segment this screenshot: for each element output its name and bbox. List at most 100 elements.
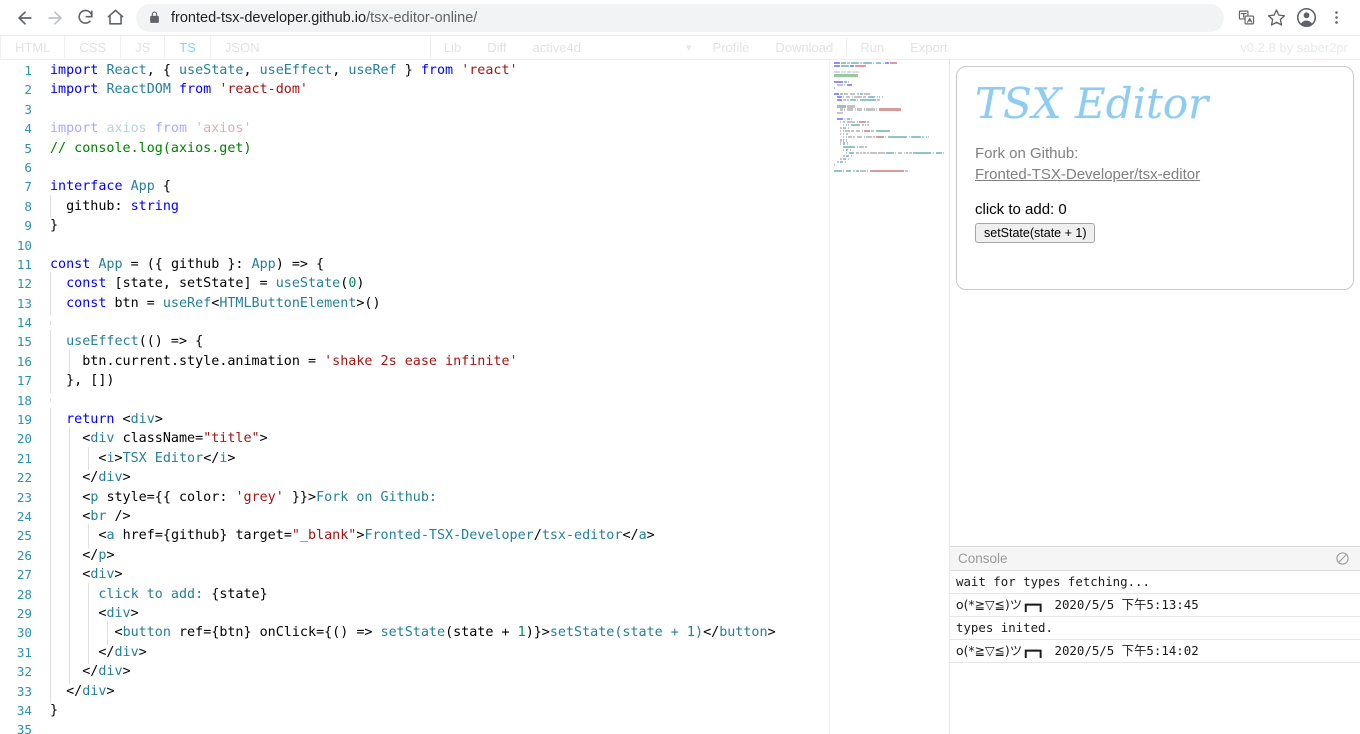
- minimap-segment: [933, 152, 935, 154]
- code-token: [171, 82, 179, 97]
- code-token: import: [50, 63, 98, 78]
- code-editor-pane[interactable]: 1import React, { useState, useEffect, us…: [0, 60, 950, 734]
- code-line[interactable]: 30 <button ref={btn} onClick={() => setS…: [0, 623, 949, 642]
- code-line[interactable]: 27 <div>: [0, 565, 949, 584]
- minimap-segment: [857, 99, 858, 101]
- minimap-segment: [851, 130, 854, 132]
- minimap-segment: [864, 108, 865, 110]
- console-output[interactable]: wait for types fetching...o(*≧▽≦)ツ┏━┓202…: [950, 571, 1360, 734]
- code-line[interactable]: 3: [0, 100, 949, 119]
- star-icon[interactable]: [1262, 4, 1290, 32]
- line-number: 21: [0, 449, 42, 468]
- app-toolbar: HTML CSS JS TS JSON Lib Diff active4d ▾ …: [0, 36, 1360, 60]
- theme-select[interactable]: active4d ▾: [520, 36, 700, 59]
- code-line[interactable]: 10: [0, 236, 949, 255]
- forward-arrow-icon[interactable]: [40, 3, 70, 33]
- download-button[interactable]: Download: [762, 36, 846, 59]
- code-line[interactable]: 1import React, { useState, useEffect, us…: [0, 61, 949, 80]
- tab-css[interactable]: CSS: [65, 36, 121, 59]
- code-line[interactable]: 25 <a href={github} target="_blank">Fron…: [0, 526, 949, 545]
- code-line[interactable]: 15 useEffect(() => {: [0, 332, 949, 351]
- tab-html[interactable]: HTML: [0, 36, 65, 59]
- code-line[interactable]: 7interface App {: [0, 177, 949, 196]
- code-token: setState: [381, 625, 446, 640]
- code-token: [115, 431, 123, 446]
- code-line[interactable]: 20 <div className="title">: [0, 429, 949, 448]
- setstate-button[interactable]: setState(state + 1): [975, 223, 1095, 243]
- code-line[interactable]: 31 </div>: [0, 643, 949, 662]
- code-line[interactable]: 34}: [0, 701, 949, 720]
- minimap-segment: [856, 152, 859, 154]
- code-token: import: [50, 121, 98, 136]
- line-number: 11: [0, 255, 42, 274]
- code-line[interactable]: 24 <br />: [0, 507, 949, 526]
- code-line[interactable]: 19 return <div>: [0, 410, 949, 429]
- code-line[interactable]: 22 </div>: [0, 468, 949, 487]
- address-bar[interactable]: fronted-tsx-developer.github.io/tsx-edit…: [136, 4, 1224, 32]
- code-line[interactable]: 5// console.log(axios.get): [0, 139, 949, 158]
- run-button[interactable]: Run: [847, 36, 897, 59]
- code-line[interactable]: 26 </p>: [0, 546, 949, 565]
- code-line[interactable]: 33 </div>: [0, 682, 949, 701]
- minimap-segment: [843, 124, 844, 126]
- code-token: =: [284, 528, 292, 543]
- code-line[interactable]: 14: [0, 313, 949, 332]
- code-line[interactable]: 23 <p style={{ color: 'grey' }}>Fork on …: [0, 488, 949, 507]
- code-line[interactable]: 18: [0, 391, 949, 410]
- code-line-text: <div>: [42, 565, 123, 584]
- minimap-segment: [834, 87, 835, 89]
- code-token: div: [90, 567, 114, 582]
- three-dot-menu-icon[interactable]: [1322, 4, 1350, 32]
- home-icon[interactable]: [100, 3, 130, 33]
- code-line[interactable]: 28 click to add: {state}: [0, 585, 949, 604]
- code-token: [115, 528, 123, 543]
- code-line[interactable]: 4import axios from 'axios': [0, 119, 949, 138]
- code-line[interactable]: 6: [0, 158, 949, 177]
- tab-js[interactable]: JS: [121, 36, 165, 59]
- code-token: <: [50, 509, 90, 524]
- export-button[interactable]: Export: [897, 36, 961, 59]
- code-token: <: [50, 625, 123, 640]
- code-line[interactable]: 29 <div>: [0, 604, 949, 623]
- profile-button[interactable]: Profile: [700, 36, 763, 59]
- minimap-segment: [868, 96, 876, 98]
- console-title: Console: [958, 551, 1008, 566]
- code-token: [453, 63, 461, 78]
- tab-ts[interactable]: TS: [165, 36, 211, 59]
- code-token: </: [622, 528, 638, 543]
- code-token: from: [179, 82, 211, 97]
- translate-icon[interactable]: [1232, 4, 1260, 32]
- code-line[interactable]: 12 const [state, setState] = useState(0): [0, 274, 949, 293]
- clear-console-icon[interactable]: [1335, 551, 1350, 566]
- code-line[interactable]: 16 btn.current.style.animation = 'shake …: [0, 352, 949, 371]
- code-line[interactable]: 9}: [0, 216, 949, 235]
- minimap-segment: [883, 62, 884, 64]
- code-line[interactable]: 35: [0, 720, 949, 734]
- code-line[interactable]: 8 github: string: [0, 197, 949, 216]
- minimap-segment: [906, 152, 907, 154]
- diff-button[interactable]: Diff: [474, 36, 519, 59]
- code-line[interactable]: 21 <i>TSX Editor</i>: [0, 449, 949, 468]
- code-token: >: [155, 412, 163, 427]
- line-number: 20: [0, 429, 42, 448]
- editor-minimap[interactable]: [829, 60, 949, 734]
- minimap-segment: [882, 96, 883, 98]
- code-line[interactable]: 17 }, []): [0, 371, 949, 390]
- tab-json[interactable]: JSON: [211, 36, 431, 59]
- reload-icon[interactable]: [70, 3, 100, 33]
- code-line[interactable]: 2import ReactDOM from 'react-dom': [0, 80, 949, 99]
- code-token: 'shake 2s ease infinite': [324, 354, 517, 369]
- back-arrow-icon[interactable]: [10, 3, 40, 33]
- code-token: , {: [147, 63, 179, 78]
- minimap-segment: [853, 136, 855, 138]
- code-line[interactable]: 11const App = ({ github }: App) => {: [0, 255, 949, 274]
- fork-link[interactable]: Fronted-TSX-Developer/tsx-editor: [975, 166, 1200, 183]
- code-line[interactable]: 13 const btn = useRef<HTMLButtonElement>…: [0, 294, 949, 313]
- profile-avatar-icon[interactable]: [1292, 4, 1320, 32]
- minimap-segment: [840, 130, 841, 132]
- code-line-text: </div>: [42, 643, 147, 662]
- code-line[interactable]: 32 </div>: [0, 662, 949, 681]
- lib-button[interactable]: Lib: [431, 36, 474, 59]
- code-content[interactable]: 1import React, { useState, useEffect, us…: [0, 60, 949, 734]
- code-token: }: [50, 218, 58, 233]
